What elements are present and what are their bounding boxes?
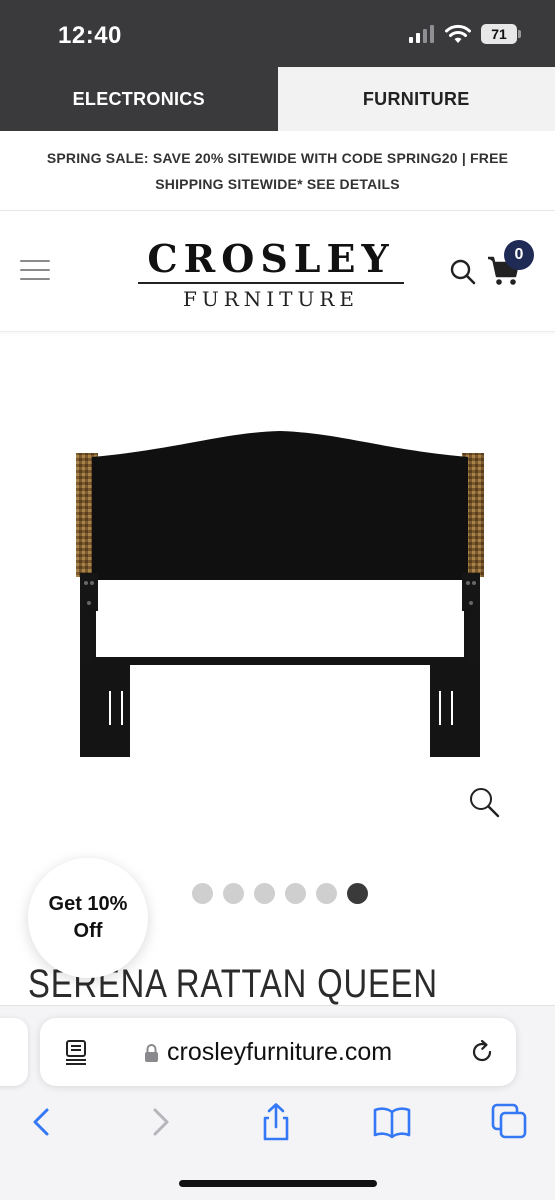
carousel-dot-4[interactable] (285, 883, 306, 904)
logo-wordmark: CROSLEY (147, 236, 395, 281)
back-icon (33, 1108, 49, 1136)
page-menu-button[interactable] (62, 1038, 90, 1066)
share-button[interactable] (256, 1102, 296, 1142)
bookmarks-button[interactable] (372, 1102, 412, 1142)
promo-text: SPRING SALE: SAVE 20% SITEWIDE WITH CODE… (46, 149, 509, 192)
status-time: 12:40 (58, 22, 122, 49)
carousel-dot-1[interactable] (192, 883, 213, 904)
carousel-dots (192, 883, 368, 904)
store-switcher: ELECTRONICS FURNITURE (0, 67, 555, 131)
url-display[interactable]: crosleyfurniture.com (144, 1038, 392, 1067)
hamburger-menu-button[interactable] (20, 260, 50, 284)
hamburger-icon-line (20, 269, 50, 271)
tab-furniture[interactable]: FURNITURE (277, 67, 555, 131)
cart-count-badge[interactable]: 0 (504, 240, 534, 270)
discount-line-1: Get 10% (48, 893, 128, 915)
previous-tab-peek[interactable] (0, 1018, 28, 1086)
url-text: crosleyfurniture.com (167, 1038, 393, 1066)
brand-logo[interactable]: CROSLEY FURNITURE (138, 238, 404, 310)
cellular-signal-icon (409, 25, 434, 43)
browser-toolbar: crosleyfurniture.com (0, 1005, 555, 1200)
cart-count: 0 (514, 246, 524, 263)
discount-line-2: Off (73, 920, 103, 942)
logo-subtitle: FURNITURE (182, 287, 360, 311)
back-button[interactable] (22, 1102, 62, 1142)
reload-button[interactable] (468, 1038, 496, 1066)
product-image[interactable] (70, 425, 490, 765)
discount-popup-button[interactable]: Get 10% Off (28, 858, 148, 978)
carousel-dot-3[interactable] (254, 883, 275, 904)
carousel-dot-6[interactable] (347, 883, 368, 904)
hamburger-icon (20, 260, 50, 262)
tab-electronics-label: ELECTRONICS (72, 88, 205, 109)
tab-electronics[interactable]: ELECTRONICS (0, 67, 278, 131)
status-bar: 12:40 71 (0, 0, 555, 67)
forward-icon (153, 1108, 169, 1136)
logo-divider (138, 282, 404, 284)
search-icon (450, 259, 476, 285)
share-icon (263, 1103, 289, 1141)
battery-indicator: 71 (481, 24, 521, 44)
carousel-dot-5[interactable] (316, 883, 337, 904)
home-indicator (179, 1180, 377, 1187)
address-bar[interactable]: crosleyfurniture.com (40, 1018, 516, 1086)
reader-icon (66, 1040, 86, 1065)
status-icons: 71 (409, 24, 521, 44)
magnifier-icon (470, 788, 500, 818)
battery-level: 71 (491, 26, 507, 42)
forward-button[interactable] (140, 1102, 180, 1142)
search-button[interactable] (449, 258, 477, 286)
hamburger-icon-line (20, 278, 50, 280)
reload-icon (472, 1039, 492, 1062)
lock-icon (145, 1043, 158, 1062)
image-zoom-button[interactable] (467, 785, 501, 819)
tabs-button[interactable] (490, 1102, 530, 1142)
tabs-icon (491, 1103, 527, 1139)
carousel-dot-2[interactable] (223, 883, 244, 904)
bookmarks-icon (373, 1107, 411, 1139)
tab-furniture-label: FURNITURE (362, 88, 470, 109)
site-header: CROSLEY FURNITURE (0, 212, 555, 332)
promo-banner[interactable]: SPRING SALE: SAVE 20% SITEWIDE WITH CODE… (0, 131, 555, 211)
wifi-icon (445, 24, 471, 43)
browser-nav-row (0, 1102, 555, 1148)
